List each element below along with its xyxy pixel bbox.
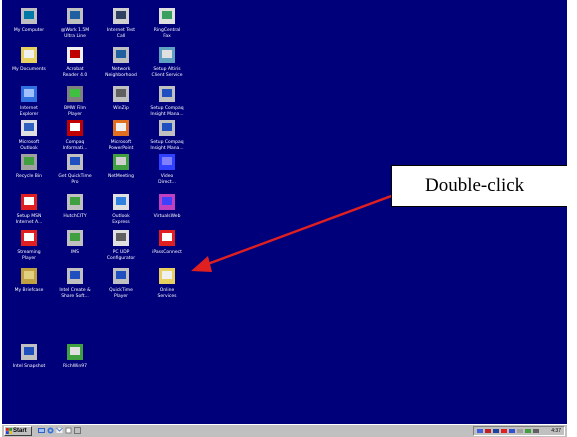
clock: 4:37 (551, 428, 561, 434)
show-desktop-icon[interactable] (38, 427, 45, 434)
outlook-quicklaunch-icon[interactable] (56, 427, 63, 434)
windows-flag-icon (6, 428, 12, 434)
callout-text: Double-click (425, 175, 525, 196)
channels-quicklaunch-icon[interactable] (65, 427, 72, 434)
callout-box: Double-click (391, 165, 567, 207)
volume-tray-icon[interactable] (485, 428, 491, 434)
printer-tray-icon[interactable] (517, 428, 523, 434)
battery-tray-icon[interactable] (509, 428, 515, 434)
modem-tray-icon[interactable] (525, 428, 531, 434)
callout-arrow (191, 193, 395, 272)
explorer-quicklaunch-icon[interactable] (74, 427, 81, 434)
start-label: Start (13, 428, 27, 434)
taskbar: Start 4:37 (2, 424, 567, 437)
ie-quicklaunch-icon[interactable] (47, 427, 54, 434)
display-tray-icon[interactable] (493, 428, 499, 434)
system-tray: 4:37 (473, 426, 565, 436)
antivirus-tray-icon[interactable] (501, 428, 507, 434)
scheduler-tray-icon[interactable] (533, 428, 539, 434)
network-tray-icon[interactable] (477, 428, 483, 434)
start-button[interactable]: Start (4, 426, 32, 436)
desktop-screen: My Computer @Work 1.5M Ultra Line Internet… (2, 0, 567, 437)
